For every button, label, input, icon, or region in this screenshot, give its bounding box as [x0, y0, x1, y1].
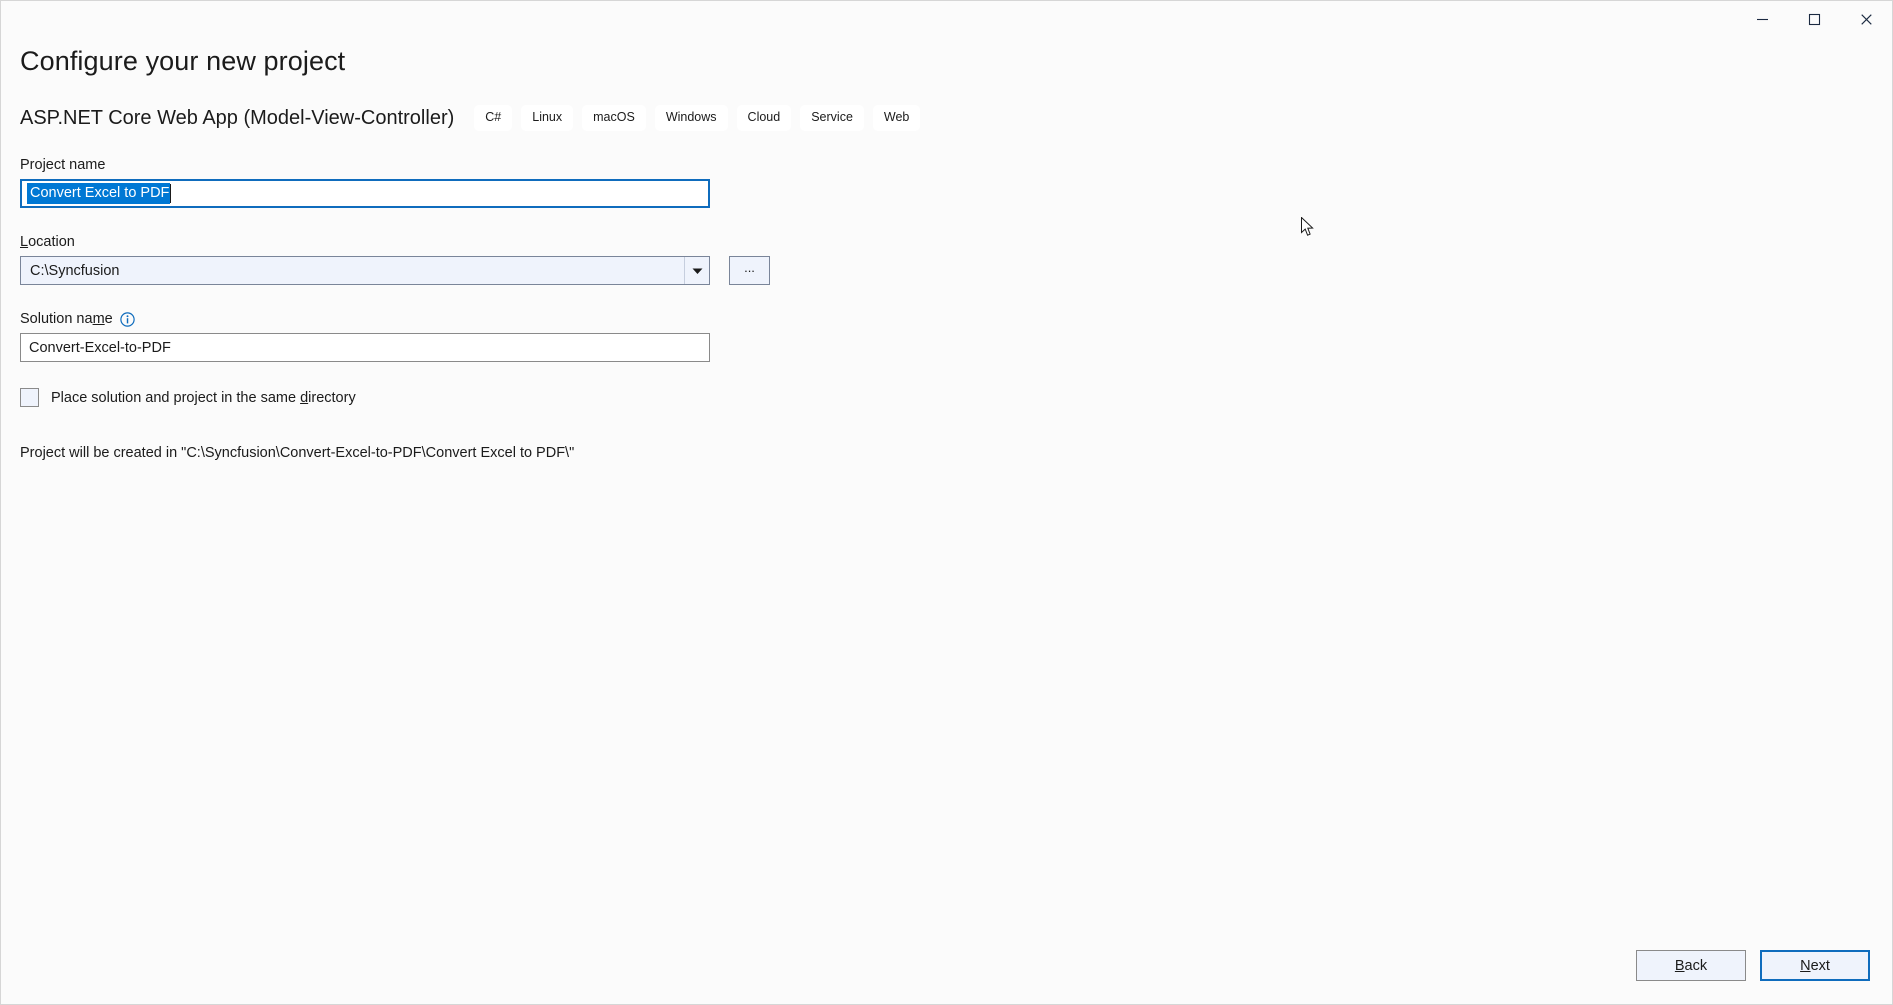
same-directory-checkbox[interactable] — [20, 388, 39, 407]
info-icon[interactable] — [120, 312, 135, 327]
page-title: Configure your new project — [20, 46, 1873, 77]
solution-name-label-text: Solution name — [20, 311, 113, 327]
same-directory-row[interactable]: Place solution and project in the same d… — [20, 388, 1873, 407]
same-directory-label: Place solution and project in the same d… — [51, 390, 356, 406]
location-dropdown-button[interactable] — [684, 257, 709, 284]
template-tag-list: C# Linux macOS Windows Cloud Service Web — [474, 105, 920, 131]
tag-web: Web — [873, 105, 920, 131]
project-path-hint: Project will be created in "C:\Syncfusio… — [20, 445, 1873, 461]
location-label: Location — [20, 234, 1873, 250]
project-name-value: Convert Excel to PDF — [27, 183, 170, 204]
chevron-down-icon — [692, 262, 703, 280]
location-value: C:\Syncfusion — [21, 263, 684, 279]
tag-service: Service — [800, 105, 864, 131]
template-name: ASP.NET Core Web App (Model-View-Control… — [20, 107, 454, 130]
close-icon — [1860, 13, 1873, 26]
tag-linux: Linux — [521, 105, 573, 131]
next-button[interactable]: Next — [1760, 950, 1870, 981]
tag-macos: macOS — [582, 105, 646, 131]
project-name-label: Project name — [20, 157, 1873, 173]
browse-location-button[interactable]: ... — [729, 256, 770, 285]
minimize-button[interactable] — [1736, 1, 1788, 37]
tag-windows: Windows — [655, 105, 728, 131]
close-button[interactable] — [1840, 1, 1892, 37]
location-row: C:\Syncfusion ... — [20, 256, 1873, 285]
title-bar — [1, 1, 1892, 37]
minimize-icon — [1756, 13, 1769, 26]
tag-csharp: C# — [474, 105, 512, 131]
location-combobox[interactable]: C:\Syncfusion — [20, 256, 710, 285]
location-label-text: Location — [20, 234, 75, 250]
configure-project-dialog: Configure your new project ASP.NET Core … — [0, 0, 1893, 1005]
project-name-label-text: Project name — [20, 157, 105, 173]
template-summary-row: ASP.NET Core Web App (Model-View-Control… — [20, 105, 1873, 131]
project-name-input[interactable]: Convert Excel to PDF — [20, 179, 710, 208]
solution-name-input[interactable] — [20, 333, 710, 362]
maximize-icon — [1808, 13, 1821, 26]
back-button[interactable]: Back — [1636, 950, 1746, 981]
tag-cloud: Cloud — [737, 105, 792, 131]
solution-name-label: Solution name — [20, 311, 1873, 327]
dialog-footer: Back Next — [1, 950, 1892, 1004]
dialog-content: Configure your new project ASP.NET Core … — [1, 37, 1892, 950]
maximize-button[interactable] — [1788, 1, 1840, 37]
text-caret — [170, 184, 171, 203]
